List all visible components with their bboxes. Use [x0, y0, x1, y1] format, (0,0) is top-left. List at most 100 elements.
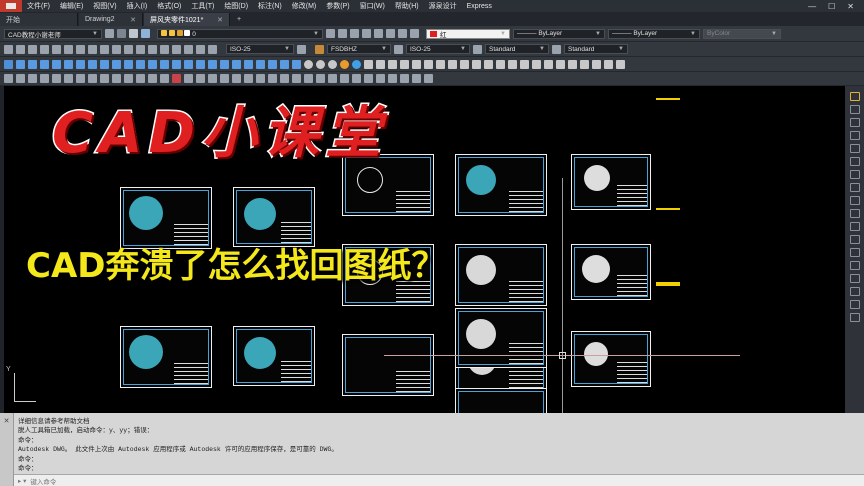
- modify-tool-icon[interactable]: [196, 74, 205, 83]
- modify-tool-icon[interactable]: [400, 74, 409, 83]
- modify-tool-icon[interactable]: [88, 74, 97, 83]
- workspace-select[interactable]: CAD教程小谢老师 ▼: [4, 28, 102, 39]
- close-icon[interactable]: ✕: [4, 418, 10, 425]
- explode-tool-icon[interactable]: [849, 313, 860, 322]
- render-tool-icon[interactable]: [304, 59, 313, 69]
- triangle-tool-icon[interactable]: [849, 118, 860, 127]
- view-tool-icon[interactable]: [508, 59, 517, 69]
- close-icon[interactable]: ✕: [217, 16, 223, 24]
- modify-tool-icon[interactable]: [340, 74, 349, 83]
- text-style-icon[interactable]: [315, 44, 324, 54]
- modify-tool-icon[interactable]: [292, 74, 301, 83]
- tab-start[interactable]: 开始: [0, 13, 78, 26]
- draw-tool-icon[interactable]: [40, 59, 49, 69]
- dimension-linear-icon[interactable]: [4, 44, 13, 54]
- close-button[interactable]: ✕: [847, 2, 854, 11]
- jogged-linear-icon[interactable]: [196, 44, 205, 54]
- view-tool-icon[interactable]: [448, 59, 457, 69]
- modify-tool-icon[interactable]: [112, 74, 121, 83]
- modify-tool-icon[interactable]: [160, 74, 169, 83]
- view-tool-icon[interactable]: [376, 59, 385, 69]
- command-input[interactable]: ▸ ▾ 键入命令: [14, 474, 864, 486]
- view-tool-icon[interactable]: [484, 59, 493, 69]
- modify-tool-icon[interactable]: [16, 74, 25, 83]
- color-select[interactable]: 红 ▼: [426, 28, 510, 39]
- menu-help[interactable]: 帮助(H): [390, 1, 424, 11]
- dimension-break-icon[interactable]: [148, 44, 157, 54]
- dimstyle-select-2[interactable]: ISO-25 ▼: [406, 44, 470, 54]
- modify-tool-icon[interactable]: [52, 74, 61, 83]
- draw-tool-icon[interactable]: [4, 59, 13, 69]
- layer-tool-icon[interactable]: [338, 29, 347, 38]
- view-tool-icon[interactable]: [400, 59, 409, 69]
- draw-tool-icon[interactable]: [292, 59, 301, 69]
- modify-tool-icon[interactable]: [64, 74, 73, 83]
- dimension-continue-icon[interactable]: [124, 44, 133, 54]
- menu-modify[interactable]: 修改(M): [287, 1, 322, 11]
- menu-edit[interactable]: 编辑(E): [55, 1, 88, 11]
- dimension-space-icon[interactable]: [136, 44, 145, 54]
- mleaderstyle-select[interactable]: Standard ▼: [564, 44, 628, 54]
- drawing-sheet[interactable]: [233, 326, 315, 386]
- modify-tool-icon[interactable]: [424, 74, 433, 83]
- break-tool-icon[interactable]: [849, 248, 860, 257]
- drawing-sheet[interactable]: [571, 154, 651, 210]
- drawing-sheet[interactable]: [120, 326, 212, 388]
- dimstyle-select[interactable]: ISO-25 ▼: [226, 44, 294, 54]
- render-tool-icon[interactable]: [340, 59, 349, 69]
- drawing-sheet[interactable]: [342, 334, 434, 396]
- table-style-icon[interactable]: [473, 44, 482, 54]
- draw-tool-icon[interactable]: [28, 59, 37, 69]
- dimension-quick-icon[interactable]: [100, 44, 109, 54]
- draw-tool-icon[interactable]: [268, 59, 277, 69]
- extend-tool-icon[interactable]: [849, 235, 860, 244]
- offset-tool-icon[interactable]: [849, 157, 860, 166]
- stretch-tool-icon[interactable]: [849, 209, 860, 218]
- linetype-select[interactable]: ——— ByLayer ▼: [513, 28, 605, 39]
- modify-tool-icon[interactable]: [316, 74, 325, 83]
- join-tool-icon[interactable]: [849, 261, 860, 270]
- modify-tool-icon[interactable]: [388, 74, 397, 83]
- maximize-button[interactable]: ☐: [828, 2, 835, 11]
- modify-tool-icon[interactable]: [304, 74, 313, 83]
- draw-tool-icon[interactable]: [112, 59, 121, 69]
- modify-tool-icon[interactable]: [328, 74, 337, 83]
- view-tool-icon[interactable]: [604, 59, 613, 69]
- app-logo-icon[interactable]: [0, 0, 22, 12]
- draw-tool-icon[interactable]: [172, 59, 181, 69]
- center-mark-icon[interactable]: [172, 44, 181, 54]
- draw-tool-icon[interactable]: [232, 59, 241, 69]
- modify-tool-icon[interactable]: [412, 74, 421, 83]
- view-tool-icon[interactable]: [616, 59, 625, 69]
- draw-tool-icon[interactable]: [160, 59, 169, 69]
- dimension-diameter-icon[interactable]: [76, 44, 85, 54]
- menu-view[interactable]: 视图(V): [88, 1, 121, 11]
- move-tool-icon[interactable]: [849, 170, 860, 179]
- layer-tool-icon[interactable]: [374, 29, 383, 38]
- trim-tool-icon[interactable]: [849, 222, 860, 231]
- modify-tool-icon[interactable]: [376, 74, 385, 83]
- draw-tool-icon[interactable]: [244, 59, 253, 69]
- render-tool-icon[interactable]: [364, 59, 373, 69]
- view-tool-icon[interactable]: [544, 59, 553, 69]
- view-tool-icon[interactable]: [580, 59, 589, 69]
- pencil-icon[interactable]: [849, 92, 860, 101]
- view-tool-icon[interactable]: [496, 59, 505, 69]
- tab-active-drawing[interactable]: 屏风夹零件1021* ✕: [144, 13, 230, 26]
- menu-insert[interactable]: 插入(I): [122, 1, 153, 11]
- gear-icon[interactable]: [105, 29, 114, 38]
- menu-express[interactable]: Express: [462, 3, 497, 10]
- draw-tool-icon[interactable]: [220, 59, 229, 69]
- modify-tool-icon[interactable]: [208, 74, 217, 83]
- tolerance-icon[interactable]: [160, 44, 169, 54]
- draw-tool-icon[interactable]: [256, 59, 265, 69]
- dimstyle-icon[interactable]: [394, 44, 403, 54]
- workspace-icon[interactable]: [117, 29, 126, 38]
- view-tool-icon[interactable]: [520, 59, 529, 69]
- modify-tool-icon[interactable]: [148, 74, 157, 83]
- draw-tool-icon[interactable]: [280, 59, 289, 69]
- rotate-tool-icon[interactable]: [849, 183, 860, 192]
- tablestyle-select[interactable]: Standard ▼: [485, 44, 549, 54]
- draw-tool-icon[interactable]: [136, 59, 145, 69]
- layer-tool-icon[interactable]: [350, 29, 359, 38]
